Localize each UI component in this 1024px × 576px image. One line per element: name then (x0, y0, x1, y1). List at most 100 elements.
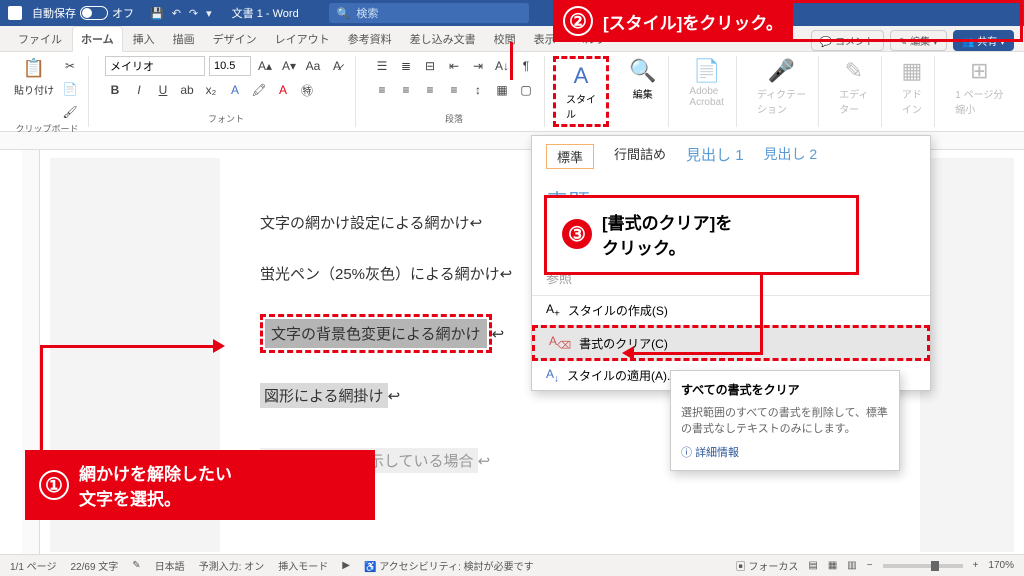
clear-formatting-item[interactable]: A⌫書式のクリア(C) (532, 325, 930, 360)
redo-icon[interactable]: ↷ (189, 7, 198, 20)
group-adobe: 📄Adobe Acrobat (677, 56, 736, 127)
tab-draw[interactable]: 描画 (165, 27, 203, 51)
tab-references[interactable]: 参考資料 (340, 27, 400, 51)
style-create-icon: A+ (546, 302, 560, 319)
addin-button[interactable]: ▦アド イン (898, 56, 927, 118)
predict-input[interactable]: 予測入力: オン (199, 558, 265, 573)
font-size-combo[interactable]: 10.5 (209, 56, 251, 76)
style-h1[interactable]: 見出し 1 (686, 144, 744, 169)
font-color-icon[interactable]: A (273, 80, 293, 100)
macro-icon[interactable]: ▶ (342, 560, 350, 571)
tab-mailings[interactable]: 差し込み文書 (402, 27, 484, 51)
tooltip-link[interactable]: ⓘ 詳細情報 (681, 447, 739, 459)
clear-format-icon[interactable]: A̷ (327, 56, 347, 76)
tab-file[interactable]: ファイル (10, 27, 70, 51)
zoom-slider[interactable] (883, 564, 963, 568)
indent-dec-icon[interactable]: ⇤ (444, 56, 464, 76)
justify-icon[interactable]: ≡ (444, 80, 464, 100)
copy-icon[interactable]: 📄 (60, 79, 80, 99)
create-style-item[interactable]: A+スタイルの作成(S) (532, 296, 930, 325)
paste-icon: 📋 (22, 56, 46, 80)
borders-icon[interactable]: ▢ (516, 80, 536, 100)
tab-layout[interactable]: レイアウト (267, 27, 338, 51)
accessibility[interactable]: ♿ アクセシビリティ: 検討が必要です (364, 558, 534, 573)
editor-button[interactable]: ✎エディ ター (835, 56, 872, 118)
numbering-icon[interactable]: ≣ (396, 56, 416, 76)
show-marks-icon[interactable]: ¶ (516, 56, 536, 76)
arrow-3v (760, 275, 763, 355)
bullets-icon[interactable]: ☰ (372, 56, 392, 76)
group-dictate: 🎤ディクテー ション (745, 56, 819, 127)
align-left-icon[interactable]: ≡ (372, 80, 392, 100)
pdf-icon: 📄 (693, 58, 720, 84)
cut-icon[interactable]: ✂ (60, 56, 80, 76)
gallery-row: 標準 行間詰め 見出し 1 見出し 2 (532, 136, 930, 177)
format-painter-icon[interactable]: 🖌 (60, 102, 80, 122)
language[interactable]: 日本語 (155, 558, 185, 573)
tab-review[interactable]: 校閲 (486, 27, 524, 51)
italic-icon[interactable]: I (129, 80, 149, 100)
group-editing: 🔍 編集 (617, 56, 669, 127)
view-print-icon[interactable]: ▦ (828, 560, 837, 571)
style-normal[interactable]: 標準 (546, 144, 594, 169)
align-right-icon[interactable]: ≡ (420, 80, 440, 100)
insert-mode[interactable]: 挿入モード (278, 558, 328, 573)
page-count[interactable]: 1/1 ページ (10, 558, 56, 573)
enclose-icon[interactable]: ㊕ (297, 80, 317, 100)
tab-insert[interactable]: 挿入 (125, 27, 163, 51)
highlight-icon[interactable]: 🖍 (249, 80, 269, 100)
sort-icon[interactable]: A↓ (492, 56, 512, 76)
doc-title: 文書 1 - Word (232, 5, 299, 21)
line-spacing-icon[interactable]: ↕ (468, 80, 488, 100)
grow-font-icon[interactable]: A▴ (255, 56, 275, 76)
zoom-out-icon[interactable]: − (867, 560, 873, 571)
zoom-level[interactable]: 170% (988, 560, 1014, 571)
multilevel-icon[interactable]: ⊟ (420, 56, 440, 76)
autosave-toggle[interactable]: 自動保存 オフ (32, 5, 134, 21)
focus-mode[interactable]: ▣ フォーカス (736, 558, 799, 573)
group-paragraph: ☰ ≣ ⊟ ⇤ ⇥ A↓ ¶ ≡ ≡ ≡ ≡ ↕ ▦ ▢ 段落 (364, 56, 545, 127)
zoom-in-icon[interactable]: + (973, 560, 979, 571)
align-center-icon[interactable]: ≡ (396, 80, 416, 100)
subscript-icon[interactable]: x₂ (201, 80, 221, 100)
font-family-combo[interactable]: メイリオ (105, 56, 205, 76)
callout-1-text: 網かけを解除したい 文字を選択。 (79, 460, 232, 510)
word-count[interactable]: 22/69 文字 (70, 558, 118, 573)
callout-num-1: ① (39, 470, 69, 500)
bold-icon[interactable]: B (105, 80, 125, 100)
group-editor: ✎エディ ター (827, 56, 881, 127)
dictate-button[interactable]: 🎤ディクテー ション (753, 56, 810, 118)
qat-dropdown-icon[interactable]: ▾ (206, 7, 212, 20)
tooltip-body: 選択範囲のすべての書式を削除して、標準の書式なしテキストのみにします。 (681, 404, 889, 436)
view-web-icon[interactable]: ▥ (847, 560, 856, 571)
indent-inc-icon[interactable]: ⇥ (468, 56, 488, 76)
adobe-button[interactable]: 📄Adobe Acrobat (685, 56, 727, 110)
group-font: メイリオ 10.5 A▴ A▾ Aa A̷ B I U ab x₂ A 🖍 A … (97, 56, 356, 127)
view-read-icon[interactable]: ▤ (808, 560, 817, 571)
style-nospacing[interactable]: 行間詰め (614, 144, 666, 169)
tab-home[interactable]: ホーム (72, 26, 123, 52)
underline-icon[interactable]: U (153, 80, 173, 100)
style-h2[interactable]: 見出し 2 (764, 144, 818, 169)
shading-icon[interactable]: ▦ (492, 80, 512, 100)
tab-design[interactable]: デザイン (205, 27, 265, 51)
undo-icon[interactable]: ↶ (172, 7, 181, 20)
font-label: フォント (105, 112, 347, 127)
quick-access-toolbar: 💾 ↶ ↷ ▾ (150, 7, 212, 20)
arrow-1h (40, 345, 215, 348)
strike-icon[interactable]: ab (177, 80, 197, 100)
shrink-font-icon[interactable]: A▾ (279, 56, 299, 76)
styles-button[interactable]: A スタイ ル (562, 61, 600, 123)
editing-button[interactable]: 🔍 編集 (625, 56, 660, 103)
onepage-button[interactable]: ⊞1 ページ分 縮小 (951, 56, 1007, 118)
text-effects-icon[interactable]: A (225, 80, 245, 100)
editor-icon: ✎ (845, 58, 863, 84)
paste-button[interactable]: 📋 貼り付け (14, 56, 54, 97)
search-input[interactable]: 🔍 検索 (329, 3, 529, 23)
group-onepage: ⊞1 ページ分 縮小 (943, 56, 1015, 127)
spell-icon[interactable]: ✎ (132, 560, 140, 571)
save-icon[interactable]: 💾 (150, 7, 164, 20)
autosave-state: オフ (112, 5, 134, 21)
group-clipboard: 📋 貼り付け ✂ 📄 🖌 クリップボード (6, 56, 89, 127)
change-case-icon[interactable]: Aa (303, 56, 323, 76)
